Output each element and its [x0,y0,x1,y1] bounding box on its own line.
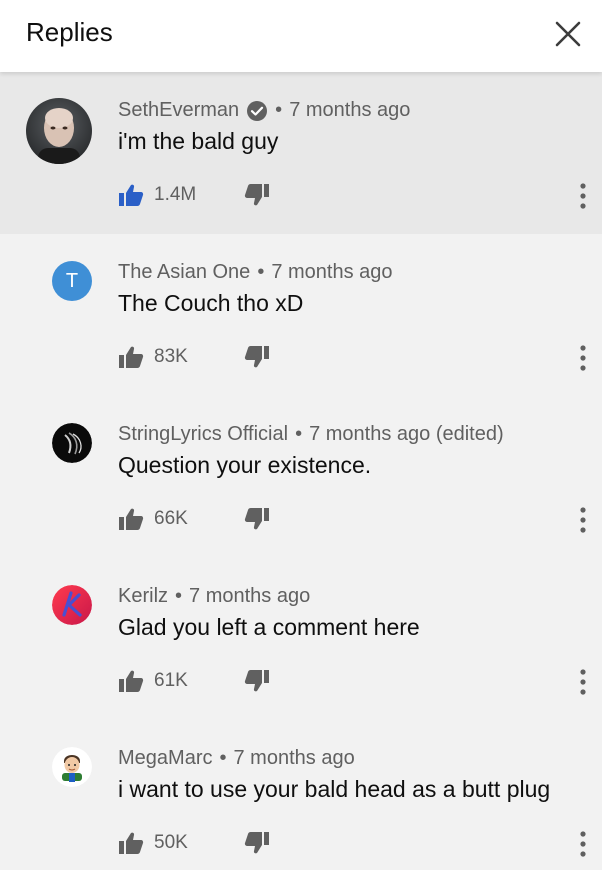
close-icon [555,21,581,47]
comment-actions: 1.4M [118,181,270,209]
thumbs-down-icon [244,832,269,854]
comment-meta: MegaMarc • 7 months ago [118,747,355,770]
dislike-button[interactable] [244,506,270,532]
avatar[interactable] [52,747,92,787]
replies-header: Replies [0,0,602,72]
comment-actions: 83K [118,343,270,371]
dislike-button[interactable] [244,344,270,370]
like-count: 61K [154,670,188,691]
comment-author[interactable]: MegaMarc [118,747,212,770]
comment-author[interactable]: The Asian One [118,261,250,284]
comment-time: 7 months ago [233,747,355,769]
thumbs-down-icon [244,508,269,530]
comment-meta: SethEverman • 7 months ago [118,99,410,122]
dislike-button[interactable] [244,830,270,856]
separator-dot: • [295,423,303,445]
comment-meta: StringLyrics Official • 7 months ago (ed… [118,423,504,446]
more-vert-icon [580,345,586,371]
thumbs-up-icon [119,346,144,368]
thumbs-down-icon [244,184,269,206]
like-button[interactable] [118,344,144,370]
thumbs-up-icon [119,508,144,530]
more-vert-icon [580,669,586,695]
avatar[interactable]: T [52,261,92,301]
avatar[interactable] [52,585,92,625]
comment-actions: 50K [118,829,270,857]
avatar[interactable] [26,98,92,164]
comment-item: Kerilz • 7 months ago Glad you left a co… [0,558,602,720]
comment-actions: 66K [118,505,270,533]
comment-time: 7 months ago [289,99,411,121]
thumbs-up-icon [119,184,144,206]
comment-item: StringLyrics Official • 7 months ago (ed… [0,396,602,558]
comment-item: SethEverman • 7 months ago i'm the bald … [0,72,602,234]
like-button[interactable] [118,182,144,208]
comment-actions: 61K [118,667,270,695]
more-options-button[interactable] [572,341,594,375]
thumbs-up-icon [119,670,144,692]
close-button[interactable] [548,14,588,54]
verified-icon [246,100,268,122]
comment-time: 7 months ago [271,261,393,283]
dislike-button[interactable] [244,668,270,694]
comment-item: MegaMarc • 7 months ago i want to use yo… [0,720,602,870]
separator-dot: • [219,747,227,769]
thumbs-up-icon [119,832,144,854]
like-button[interactable] [118,506,144,532]
page-title: Replies [26,17,113,47]
dislike-button[interactable] [244,182,270,208]
more-options-button[interactable] [572,665,594,699]
more-options-button[interactable] [572,503,594,537]
comment-item: T The Asian One • 7 months ago The Couch… [0,234,602,396]
comment-meta: The Asian One • 7 months ago [118,261,393,284]
comment-author[interactable]: StringLyrics Official [118,423,288,446]
separator-dot: • [175,585,183,607]
comment-author[interactable]: SethEverman [118,99,239,122]
more-vert-icon [580,831,586,857]
more-options-button[interactable] [572,827,594,861]
separator-dot: • [257,261,265,283]
more-vert-icon [580,183,586,209]
replies-list: SethEverman • 7 months ago i'm the bald … [0,72,602,870]
thumbs-down-icon [244,670,269,692]
comment-text: The Couch tho xD [118,290,304,316]
comment-text: i'm the bald guy [118,128,279,154]
comment-author[interactable]: Kerilz [118,585,168,608]
more-options-button[interactable] [572,179,594,213]
avatar[interactable] [52,423,92,463]
like-button[interactable] [118,668,144,694]
like-count: 66K [154,508,188,529]
like-button[interactable] [118,830,144,856]
like-count: 50K [154,832,188,853]
comment-time: 7 months ago (edited) [309,423,504,445]
like-count: 1.4M [154,184,197,205]
comment-text: Question your existence. [118,452,372,478]
avatar-letter: T [65,269,79,292]
more-vert-icon [580,507,586,533]
separator-dot: • [275,99,283,121]
thumbs-down-icon [244,346,269,368]
comment-time: 7 months ago [189,585,311,607]
comment-meta: Kerilz • 7 months ago [118,585,310,608]
comment-text: i want to use your bald head as a butt p… [118,776,551,802]
like-count: 83K [154,346,188,367]
comment-text: Glad you left a comment here [118,614,420,640]
